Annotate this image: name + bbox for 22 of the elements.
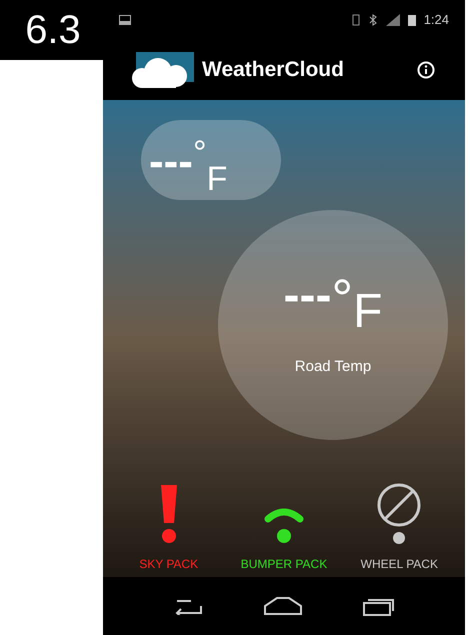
back-icon[interactable] — [173, 597, 203, 615]
sky-temp-degree: ° — [192, 136, 207, 170]
disabled-icon — [375, 483, 424, 545]
app-title: WeatherCloud — [202, 57, 345, 84]
road-temp-unit: F — [353, 288, 382, 336]
info-icon[interactable] — [417, 61, 435, 79]
road-temp-degree: ° — [332, 272, 354, 326]
sky-temp-value: --- — [149, 140, 193, 184]
figure-label: 6.3 — [0, 0, 106, 60]
recent-apps-icon[interactable] — [363, 596, 395, 616]
pack-label: BUMPER PACK — [240, 556, 328, 573]
notification-icon — [119, 15, 131, 25]
signal-strength-icon — [386, 14, 400, 26]
pack-label: WHEEL PACK — [360, 556, 438, 573]
pack-label: SKY PACK — [139, 556, 198, 573]
battery-icon — [408, 14, 416, 26]
sky-temp-unit: F — [206, 162, 228, 196]
home-icon[interactable] — [263, 596, 303, 616]
road-temp-value: --- — [284, 272, 332, 320]
road-temp-label: Road Temp — [294, 356, 372, 377]
bluetooth-icon — [368, 14, 378, 26]
status-time: 1:24 — [424, 11, 449, 30]
